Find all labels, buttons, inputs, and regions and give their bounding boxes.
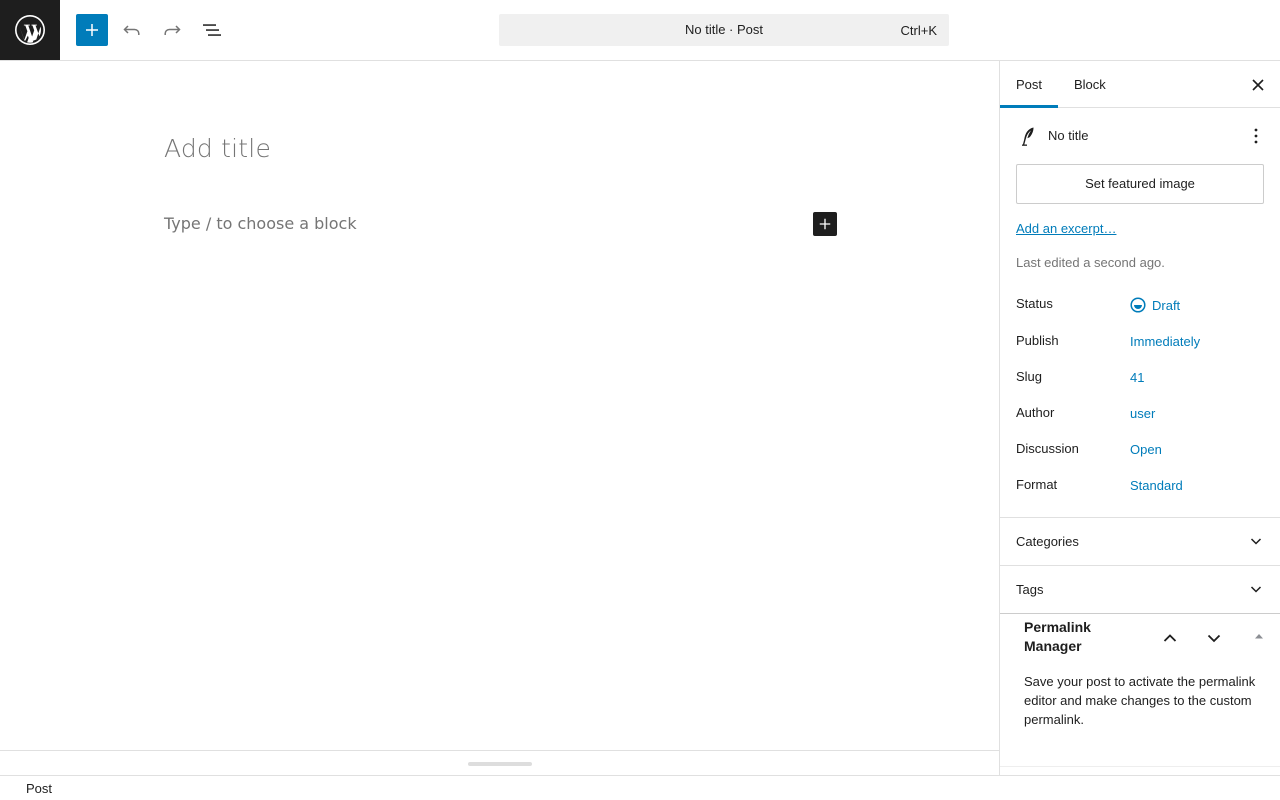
meta-row-publish: Publish Immediately <box>1016 333 1264 353</box>
permalink-manager-title: Permalink Manager <box>1024 619 1091 654</box>
set-featured-image-button[interactable]: Set featured image <box>1016 164 1264 204</box>
format-label: Format <box>1016 477 1058 492</box>
permalink-manager-description: Save your post to activate the permalink… <box>1024 674 1256 727</box>
author-label: Author <box>1016 405 1055 420</box>
permalink-manager-metabox: Permalink Manager Save your post to acti… <box>1000 613 1280 766</box>
inline-block-inserter-button[interactable] <box>813 212 837 236</box>
tab-post[interactable]: Post <box>1000 61 1058 108</box>
chevron-down-icon <box>1250 538 1262 545</box>
more-vertical-icon <box>1254 128 1258 144</box>
status-value: Draft <box>1152 297 1181 313</box>
close-settings-button[interactable] <box>1246 73 1270 97</box>
format-toggle[interactable]: Standard <box>1130 478 1183 493</box>
author-toggle[interactable]: user <box>1130 406 1155 421</box>
discussion-label: Discussion <box>1016 441 1079 456</box>
metabox-bottom-divider <box>1000 766 1280 767</box>
publish-toggle[interactable]: Immediately <box>1130 334 1200 349</box>
undo-button[interactable] <box>116 14 148 46</box>
slug-label: Slug <box>1016 369 1043 384</box>
post-card: No title <box>1016 124 1264 148</box>
redo-button[interactable] <box>156 14 188 46</box>
breadcrumb-post[interactable]: Post <box>26 781 52 796</box>
status-label: Status <box>1016 296 1053 311</box>
move-down-icon[interactable] <box>1202 626 1226 650</box>
list-view-icon <box>203 24 221 36</box>
editor-canvas: Add title Type / to choose a block <box>0 61 999 750</box>
tags-panel-title: Tags <box>1016 582 1044 597</box>
discussion-toggle[interactable]: Open <box>1130 442 1162 457</box>
tags-panel[interactable]: Tags <box>1000 565 1280 613</box>
default-block-placeholder[interactable]: Type / to choose a block <box>164 214 357 233</box>
block-inserter-button[interactable] <box>76 14 108 46</box>
meta-row-slug: Slug 41 <box>1016 369 1264 389</box>
add-excerpt-link[interactable]: Add an excerpt… <box>1016 221 1116 236</box>
post-card-title: No title <box>1048 128 1089 143</box>
meta-row-discussion: Discussion Open <box>1016 441 1264 461</box>
command-palette-bar[interactable]: No title · Post Ctrl+K <box>499 14 949 46</box>
last-edited-text: Last edited a second ago. <box>1016 255 1165 270</box>
settings-sidebar: Post Block No title Set featured image A… <box>999 61 1280 775</box>
meta-row-author: Author user <box>1016 405 1264 425</box>
command-shortcut: Ctrl+K <box>900 23 937 38</box>
plus-icon <box>86 24 98 36</box>
plus-icon <box>819 218 831 230</box>
document-overview-button[interactable] <box>196 14 228 46</box>
slug-toggle[interactable]: 41 <box>1130 370 1144 385</box>
chevron-down-icon <box>1250 586 1262 593</box>
post-feather-icon <box>1022 127 1034 146</box>
document-title: No title · Post <box>684 22 764 37</box>
draft-status-icon <box>1130 297 1146 313</box>
resize-handle[interactable] <box>468 762 532 766</box>
close-icon <box>1252 79 1264 91</box>
post-title-input[interactable]: Add title <box>164 134 271 163</box>
sidebar-tabs: Post Block <box>1000 61 1280 108</box>
collapse-triangle-icon[interactable] <box>1253 631 1265 641</box>
wordpress-logo-button[interactable] <box>0 0 60 60</box>
publish-label: Publish <box>1016 333 1059 348</box>
undo-icon <box>123 25 140 35</box>
meta-row-status: Status Draft <box>1016 296 1264 316</box>
status-toggle[interactable]: Draft <box>1130 297 1180 313</box>
redo-icon <box>164 25 181 35</box>
categories-panel-title: Categories <box>1016 534 1079 549</box>
wordpress-icon <box>15 15 45 45</box>
meta-boxes-resize-bar <box>0 750 999 775</box>
categories-panel[interactable]: Categories <box>1000 517 1280 565</box>
post-actions-button[interactable] <box>1244 124 1268 148</box>
editor-header: No title · Post Ctrl+K <box>0 0 1280 61</box>
meta-row-format: Format Standard <box>1016 477 1264 497</box>
tab-block[interactable]: Block <box>1058 61 1122 108</box>
editor-footer: Post <box>0 775 1280 800</box>
move-up-icon[interactable] <box>1158 626 1182 650</box>
